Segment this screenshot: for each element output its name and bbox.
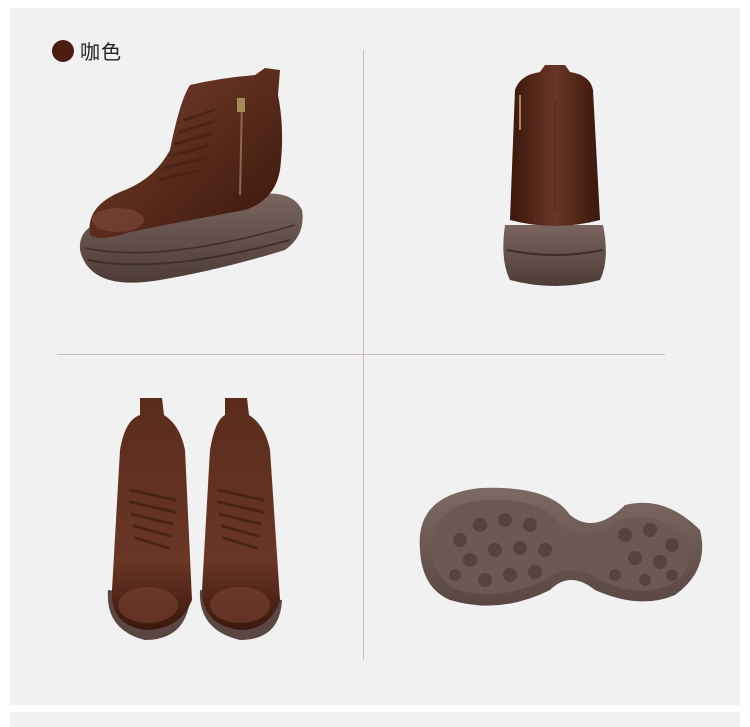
horizontal-divider xyxy=(57,354,665,355)
boot-pair-front-view xyxy=(100,390,290,650)
bottom-strip xyxy=(10,712,740,727)
boot-back-view xyxy=(485,60,625,300)
boot-sole-view xyxy=(410,480,710,615)
boot-side-view xyxy=(70,60,320,310)
vertical-divider xyxy=(363,50,364,660)
product-detail-page: 咖色 xyxy=(0,0,750,727)
color-swatch xyxy=(52,39,74,62)
